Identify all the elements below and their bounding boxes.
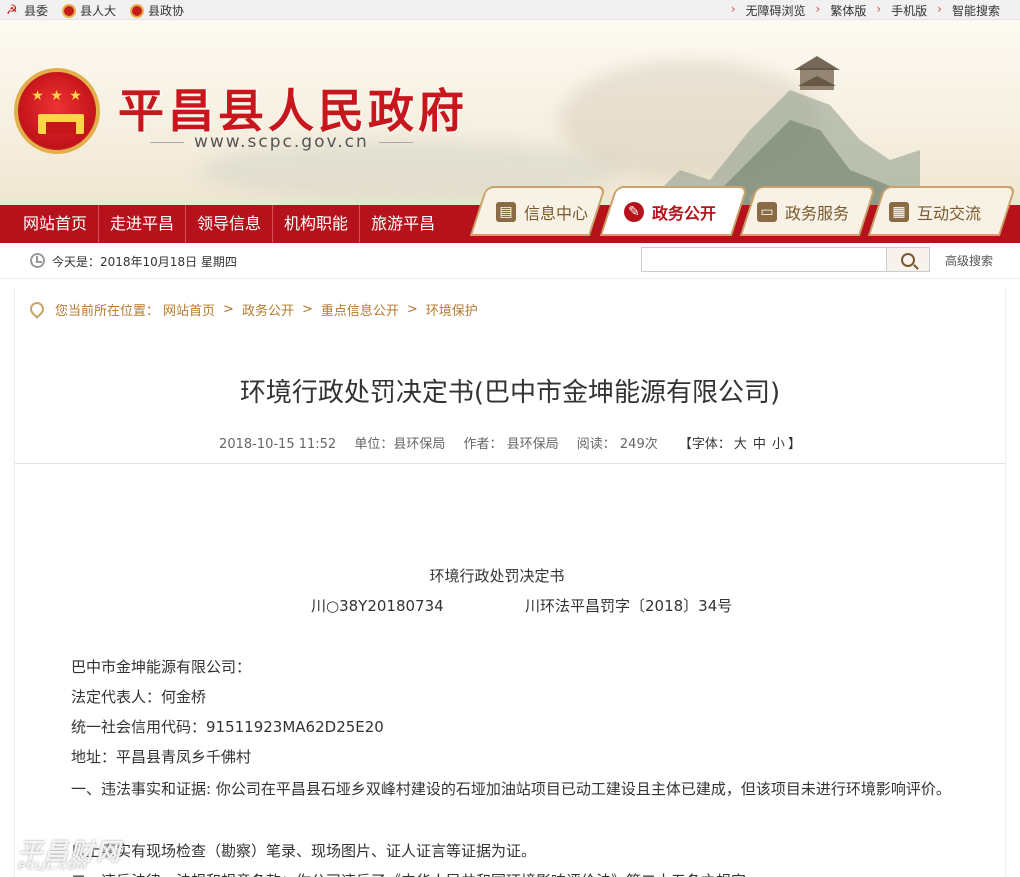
county-congress-link[interactable]: 县人大 xyxy=(62,2,116,19)
advanced-search-link[interactable]: 高级搜索 xyxy=(945,252,993,269)
nav-tourism[interactable]: 旅游平昌 xyxy=(360,205,446,243)
megaphone-icon: ✎ xyxy=(624,202,644,222)
county-committee-link[interactable]: ☭ 县委 xyxy=(6,2,48,19)
monitor-icon: ▭ xyxy=(757,202,777,222)
top-left-links: ☭ 县委 县人大 县政协 xyxy=(6,2,184,19)
breadcrumb: 您当前所在位置： 网站首页 > 政务公开 > 重点信息公开 > 环境保护 xyxy=(29,300,478,319)
paragraph-violation-facts: 一、违法事实和证据: 你公司在平昌县石垭乡双峰村建设的石垭加油站项目已动工建设且… xyxy=(71,780,951,798)
county-cppcc-link[interactable]: 县政协 xyxy=(130,2,184,19)
chevron-right-icon: › xyxy=(815,2,821,16)
info-search-bar: 今天是：2018年10月18日 星期四 高级搜索 xyxy=(0,243,1020,279)
article-title: 环境行政处罚决定书(巴中市金坤能源有限公司) xyxy=(239,378,781,408)
paragraph-credit-code: 统一社会信用代码：91511923MA62D25E20 xyxy=(71,718,384,736)
county-cppcc-label: 县政协 xyxy=(148,4,185,18)
paragraph-legal-rep: 法定代表人：何金桥 xyxy=(71,688,207,706)
chat-icon: ▦ xyxy=(889,202,909,222)
party-emblem-icon: ☭ xyxy=(6,2,18,18)
tab-gov-affairs[interactable]: ✎ 政务公开 xyxy=(624,190,716,234)
top-right-links: › 无障碍浏览 › 繁体版 › 手机版 › 智能搜索 xyxy=(731,2,1000,19)
clock-icon xyxy=(30,253,45,268)
paragraph-address: 地址：平昌县青凤乡千佛村 xyxy=(71,748,252,766)
accessibility-link[interactable]: 无障碍浏览 xyxy=(746,2,806,19)
view-count: 阅读： 249次 xyxy=(576,437,658,452)
breadcrumb-prefix: 您当前所在位置： xyxy=(55,304,160,319)
document-number-left: 川○38Y20180734 xyxy=(311,597,444,615)
top-utility-bar: ☭ 县委 县人大 县政协 › 无障碍浏览 › 繁体版 › 手机版 › 智能搜索 xyxy=(0,0,1020,20)
font-size-control: 【字体：大中小】 xyxy=(678,437,801,452)
publish-datetime: 2018-10-15 11:52 xyxy=(219,437,337,452)
location-pin-icon xyxy=(29,302,43,318)
tab-interaction[interactable]: ▦ 互动交流 xyxy=(889,190,981,234)
site-url-text: www.scpc.gov.cn xyxy=(194,132,369,152)
breadcrumb-gov-affairs[interactable]: 政务公开 xyxy=(242,300,294,319)
nav-about-pingchang[interactable]: 走进平昌 xyxy=(99,205,187,243)
traditional-chinese-link[interactable]: 繁体版 xyxy=(830,2,866,19)
site-url: www.scpc.gov.cn xyxy=(150,132,413,152)
breadcrumb-environment[interactable]: 环境保护 xyxy=(426,300,478,319)
breadcrumb-key-info[interactable]: 重点信息公开 xyxy=(321,300,399,319)
article-author: 作者： 县环保局 xyxy=(463,437,559,452)
tab-info-center[interactable]: ▤ 信息中心 xyxy=(496,190,588,234)
mobile-version-link[interactable]: 手机版 xyxy=(891,2,927,19)
publish-unit: 单位：县环保局 xyxy=(354,437,446,452)
nav-institutions[interactable]: 机构职能 xyxy=(273,205,361,243)
paragraph-recipient: 巴中市金坤能源有限公司： xyxy=(71,658,252,676)
county-committee-label: 县委 xyxy=(24,4,49,18)
breadcrumb-separator: > xyxy=(406,302,418,317)
search-icon xyxy=(901,252,915,267)
search-input[interactable] xyxy=(641,247,887,272)
current-date: 今天是：2018年10月18日 星期四 xyxy=(52,255,237,269)
national-emblem-icon xyxy=(62,3,77,18)
watermark-logo: 平昌财网 PCLJL.COM xyxy=(18,838,122,872)
paragraph-evidence: 以上事实有现场检查（勘察）笔录、现场图片、证人证言等证据为证。 xyxy=(71,842,537,860)
search-button[interactable] xyxy=(887,247,930,272)
content-panel: 您当前所在位置： 网站首页 > 政务公开 > 重点信息公开 > 环境保护 环境行… xyxy=(14,287,1006,877)
mountain-pavilion-illustration xyxy=(644,56,920,206)
smart-search-link[interactable]: 智能搜索 xyxy=(952,2,1000,19)
font-large-button[interactable]: 大 xyxy=(734,437,747,452)
national-emblem-logo: ★ ★ ★ xyxy=(14,68,100,154)
cppcc-emblem-icon xyxy=(130,3,145,18)
chevron-right-icon: › xyxy=(937,2,942,16)
paragraph-violated-law: 二、违反法律、法规和规章条款：你公司违反了《中华人民共和国环境影响评价法》第二十… xyxy=(71,866,991,877)
document-heading: 环境行政处罚决定书 xyxy=(429,567,565,585)
site-header: ★ ★ ★ 平昌县人民政府 www.scpc.gov.cn xyxy=(0,20,1020,206)
breadcrumb-separator: > xyxy=(223,302,234,317)
nav-leadership[interactable]: 领导信息 xyxy=(186,205,274,243)
document-icon: ▤ xyxy=(496,202,516,222)
chevron-right-icon: › xyxy=(730,2,736,16)
font-medium-button[interactable]: 中 xyxy=(753,437,766,452)
document-number-right: 川环法平昌罚字〔2018〕34号 xyxy=(525,597,733,615)
divider xyxy=(15,463,1005,464)
breadcrumb-home[interactable]: 网站首页 xyxy=(163,300,215,319)
nav-home[interactable]: 网站首页 xyxy=(12,205,100,243)
county-congress-label: 县人大 xyxy=(80,4,117,18)
article-meta: 2018-10-15 11:52 单位：县环保局 作者： 县环保局 阅读： 24… xyxy=(15,433,1005,452)
font-small-button[interactable]: 小 xyxy=(772,437,785,452)
tab-gov-services[interactable]: ▭ 政务服务 xyxy=(757,190,849,234)
chevron-right-icon: › xyxy=(876,2,882,16)
breadcrumb-separator: > xyxy=(301,302,313,317)
